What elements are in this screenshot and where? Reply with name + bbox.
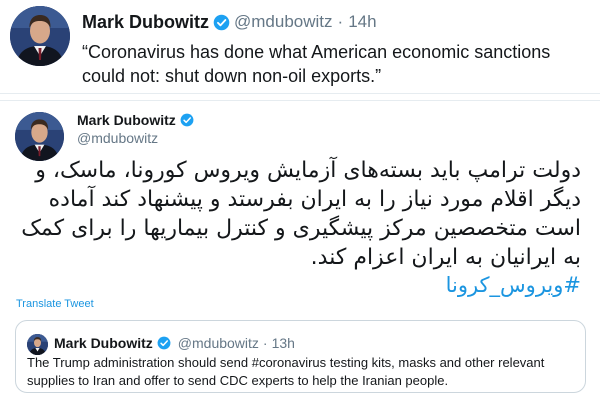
top-tweet-author-name[interactable]: Mark Dubowitz — [82, 12, 209, 33]
top-tweet-text: “Coronavirus has done what American econ… — [82, 42, 551, 86]
top-tweet-header: Mark Dubowitz @mdubowitz · 14h — [82, 10, 377, 34]
quoted-tweet-author-name[interactable]: Mark Dubowitz — [54, 335, 153, 351]
quoted-tweet-separator: · — [262, 335, 268, 351]
main-tweet-text: دولت ترامپ باید بسته‌های آزمایش ویروس کو… — [21, 158, 581, 270]
verified-badge-icon — [180, 113, 194, 127]
verified-badge-icon — [157, 336, 171, 350]
quoted-tweet-timestamp[interactable]: 13h — [272, 335, 295, 351]
main-tweet-author[interactable]: Mark Dubowitz — [77, 112, 194, 128]
main-tweet-handle[interactable]: @mdubowitz — [77, 130, 158, 146]
main-tweet-hashtag-link[interactable]: #ویروس_کرونا — [15, 272, 581, 298]
verified-badge-icon — [213, 14, 230, 31]
translate-tweet-link[interactable]: Translate Tweet — [16, 298, 94, 310]
main-tweet-avatar[interactable] — [15, 112, 64, 161]
main-tweet-author-name[interactable]: Mark Dubowitz — [77, 112, 176, 128]
top-tweet-timestamp[interactable]: 14h — [348, 12, 376, 32]
quoted-tweet-text: The Trump administration should send #co… — [27, 355, 545, 388]
quoted-tweet-avatar[interactable] — [27, 334, 48, 355]
quoted-tweet-handle[interactable]: @mdubowitz — [178, 335, 259, 351]
top-tweet-avatar[interactable] — [10, 6, 70, 66]
top-tweet-separator: · — [337, 12, 344, 31]
top-tweet-handle[interactable]: @mdubowitz — [234, 12, 333, 32]
quoted-tweet-header: Mark Dubowitz @mdubowitz · 13h — [54, 333, 295, 353]
